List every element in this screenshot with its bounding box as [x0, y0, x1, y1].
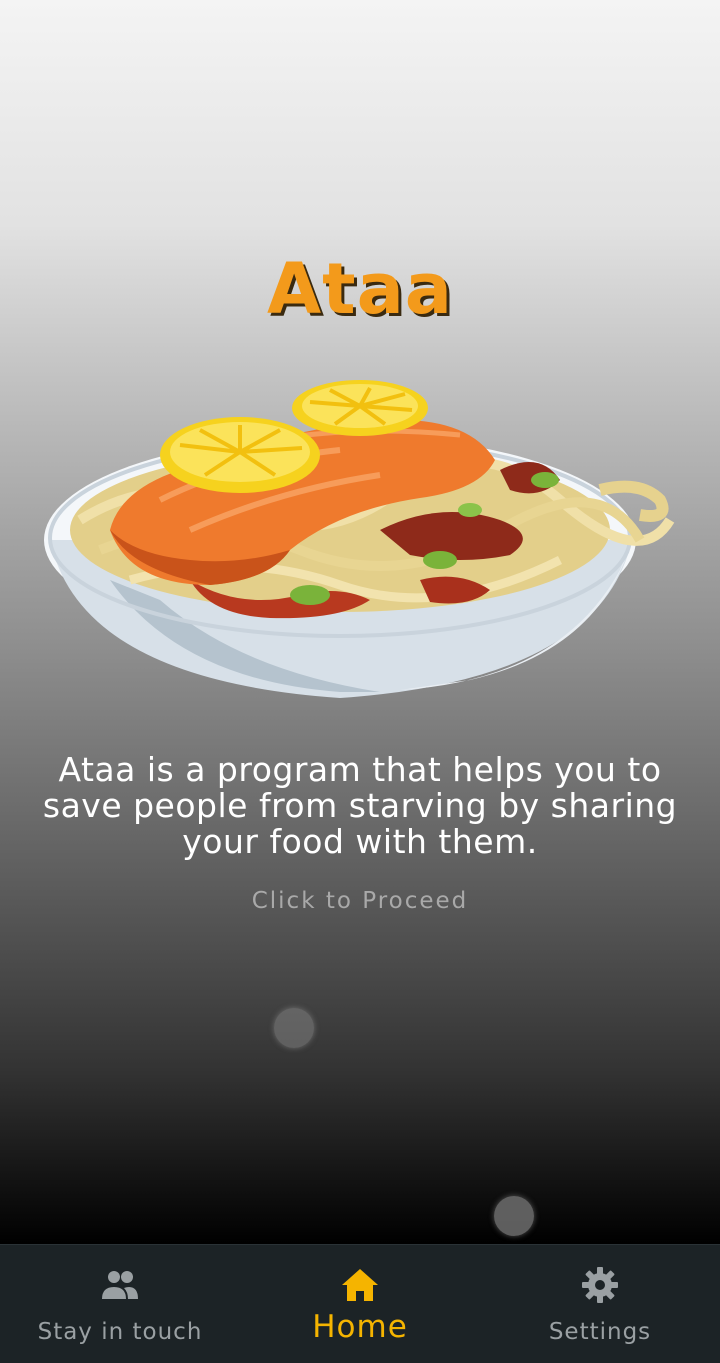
nav-label-home: Home — [312, 1309, 408, 1345]
bottom-navigation: Stay in touch Home Settings — [0, 1244, 720, 1363]
gear-icon — [582, 1267, 618, 1303]
touch-indicator — [494, 1196, 534, 1236]
nav-settings[interactable]: Settings — [480, 1245, 720, 1363]
salmon-pasta-illustration — [44, 380, 675, 698]
nav-stay-in-touch[interactable]: Stay in touch — [0, 1245, 240, 1363]
proceed-link[interactable]: Click to Proceed — [0, 888, 720, 914]
people-icon — [102, 1271, 138, 1299]
touch-indicator — [274, 1008, 314, 1048]
home-screen[interactable]: Ataa Ataa is a program that helps you to… — [0, 0, 720, 1244]
nav-label-settings: Settings — [548, 1319, 652, 1345]
nav-label-stay-in-touch: Stay in touch — [37, 1319, 203, 1345]
nav-home[interactable]: Home — [240, 1245, 480, 1363]
app-description: Ataa is a program that helps you to save… — [42, 750, 678, 861]
app-title: Ataa — [266, 248, 454, 330]
home-icon — [342, 1269, 378, 1301]
